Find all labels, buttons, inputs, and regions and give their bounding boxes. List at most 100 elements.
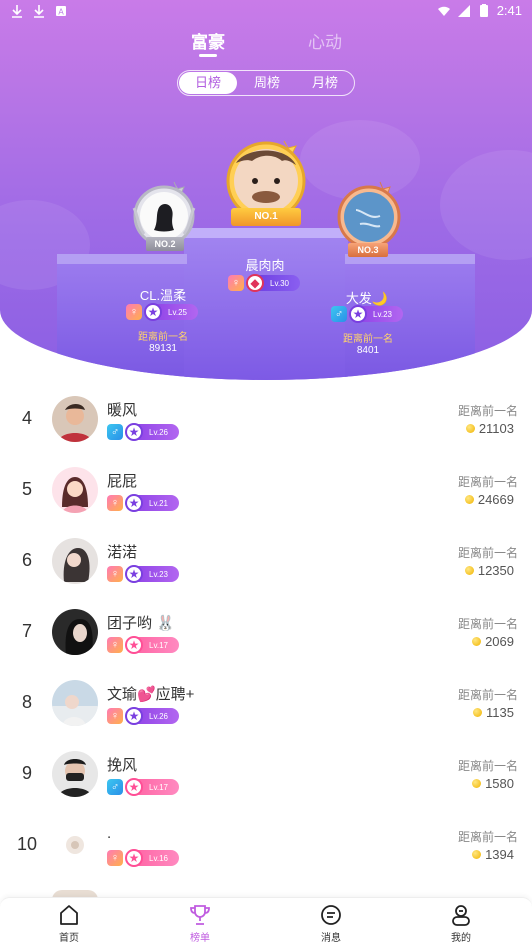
- rank-number: 10: [16, 834, 38, 854]
- wifi-icon: [437, 6, 450, 16]
- distance-value: 2069: [472, 634, 514, 649]
- coin-icon: [472, 850, 482, 859]
- male-gender-icon: ♂: [107, 779, 123, 795]
- profile-icon: [452, 905, 470, 926]
- ranking-type-tabs: 富豪 心动: [0, 28, 532, 58]
- first-place-name: 晨肉肉: [245, 258, 285, 273]
- user-name: .: [107, 825, 112, 842]
- avatar[interactable]: [52, 680, 98, 726]
- period-selector: 日榜 周榜 月榜: [177, 70, 355, 96]
- coin-icon: [464, 566, 474, 575]
- rank-number: 6: [21, 550, 32, 570]
- star-icon: ★: [125, 636, 143, 654]
- female-gender-icon: ♀: [107, 566, 123, 582]
- rank-number: 4: [21, 408, 32, 428]
- distance-label: 距离前一名: [457, 546, 518, 560]
- male-gender-icon: ♂: [331, 306, 347, 322]
- avatar[interactable]: [52, 609, 98, 655]
- third-place-badges: ♂ ★ Lv.23: [331, 305, 403, 323]
- third-place-distance-value: 8401: [356, 345, 380, 356]
- user-badges: ♂ ★ Lv.17: [107, 778, 179, 796]
- trophy-icon: [190, 905, 210, 925]
- podium-first-top: [184, 228, 348, 238]
- list-item[interactable]: 5 屁屁 ♀ ★ Lv.21 距离前一名 24669: [0, 453, 532, 524]
- distance-value: 1394: [472, 847, 514, 862]
- active-tab-indicator: [199, 54, 217, 57]
- third-place-distance-label: 距离前一名: [343, 334, 393, 345]
- list-item[interactable]: 7 团子哟 🐰 ♀ ★ Lv.17 距离前一名 2069: [0, 595, 532, 666]
- list-item[interactable]: 6 渃渃 ♀ ★ Lv.23 距离前一名 12350: [0, 524, 532, 595]
- user-badges: ♀ ★ Lv.17: [107, 636, 179, 654]
- download-icon: [12, 5, 22, 18]
- bronze-crown-frame-icon: [337, 181, 401, 249]
- list-item[interactable]: 10 . ♀ ★ Lv.16 距离前一名 1394: [0, 808, 532, 879]
- user-name: 挽风: [107, 757, 138, 774]
- female-gender-icon: ♀: [107, 637, 123, 653]
- list-item[interactable]: 4 暖风 ♂ ★ Lv.26 距离前一名 21103: [0, 382, 532, 453]
- user-name: 文瑜💕应聘+: [107, 686, 195, 703]
- level-badge: ★ Lv.26: [125, 707, 179, 725]
- list-item[interactable]: 9 挽风 ♂ ★ Lv.17 距离前一名 1580: [0, 737, 532, 808]
- avatar[interactable]: [52, 822, 98, 868]
- user-name: 暖风: [107, 402, 138, 419]
- female-gender-icon: ♀: [107, 708, 123, 724]
- star-icon: ★: [125, 778, 143, 796]
- user-badges: ♀ ★ Lv.26: [107, 707, 179, 725]
- home-icon: [60, 905, 78, 925]
- avatar[interactable]: [52, 538, 98, 584]
- male-gender-icon: ♂: [107, 424, 123, 440]
- star-icon: ★: [125, 707, 143, 725]
- diamond-icon: ◆: [246, 274, 264, 292]
- star-icon: ★: [125, 565, 143, 583]
- coin-icon: [464, 495, 474, 504]
- svg-text:A: A: [58, 8, 64, 17]
- avatar[interactable]: [52, 396, 98, 442]
- level-badge: ★ Lv.26: [125, 423, 179, 441]
- nav-messages[interactable]: 消息: [301, 903, 361, 944]
- signal-icon: [457, 4, 470, 17]
- third-place-plate: NO.3: [348, 243, 388, 257]
- nav-home[interactable]: 首页: [39, 903, 99, 944]
- tab-daily[interactable]: 日榜: [179, 72, 237, 94]
- nav-leaderboard[interactable]: 榜单: [170, 903, 230, 944]
- tab-weekly[interactable]: 周榜: [238, 71, 296, 95]
- first-place-badges: ♀ ◆ Lv.30: [228, 274, 300, 292]
- rank-number: 7: [21, 621, 32, 641]
- star-icon: ★: [125, 423, 143, 441]
- rank-number: 5: [21, 479, 32, 499]
- user-badges: ♀ ★ Lv.23: [107, 565, 179, 583]
- distance-value: 1580: [472, 776, 514, 791]
- status-bar: A 2:41: [0, 0, 532, 24]
- distance-label: 距离前一名: [457, 830, 518, 844]
- bottom-navigation: 首页 榜单 消息 我的: [0, 897, 532, 944]
- level-badge: ◆ Lv.30: [246, 274, 300, 292]
- list-item[interactable]: 8 文瑜💕应聘+ ♀ ★ Lv.26 距离前一名 1135: [0, 666, 532, 737]
- distance-label: 距离前一名: [457, 688, 518, 702]
- coin-icon: [472, 779, 482, 788]
- tab-monthly[interactable]: 月榜: [296, 71, 354, 95]
- tab-heart[interactable]: 心动: [308, 28, 342, 53]
- nav-profile[interactable]: 我的: [431, 903, 491, 944]
- leaderboard-header: A 2:41 富豪 心动 日榜 周榜 月榜 NO.2 NO.1 NO.3 晨肉肉…: [0, 0, 532, 380]
- first-place-plate: NO.1: [231, 208, 301, 226]
- star-icon: ★: [125, 494, 143, 512]
- podium-second: [57, 262, 187, 380]
- coin-icon: [473, 708, 483, 717]
- second-place-plate: NO.2: [146, 237, 184, 251]
- podium-second-top: [57, 254, 187, 264]
- coin-icon: [472, 637, 482, 646]
- level-badge: ★ Lv.23: [125, 565, 179, 583]
- rank-number: 9: [21, 763, 32, 783]
- second-place-distance-label: 距离前一名: [138, 332, 188, 343]
- distance-value: 24669: [464, 492, 514, 507]
- user-badges: ♂ ★ Lv.26: [107, 423, 179, 441]
- user-name: 团子哟 🐰: [107, 615, 175, 632]
- level-badge: ★ Lv.23: [349, 305, 403, 323]
- app-notification-icon: A: [56, 6, 66, 17]
- second-place-badges: ♀ ★ Lv.25: [126, 303, 198, 321]
- avatar[interactable]: [52, 467, 98, 513]
- tab-rich[interactable]: 富豪: [191, 28, 225, 53]
- avatar[interactable]: [52, 751, 98, 797]
- third-place-avatar-frame[interactable]: [334, 180, 404, 250]
- user-name: 屁屁: [107, 473, 138, 490]
